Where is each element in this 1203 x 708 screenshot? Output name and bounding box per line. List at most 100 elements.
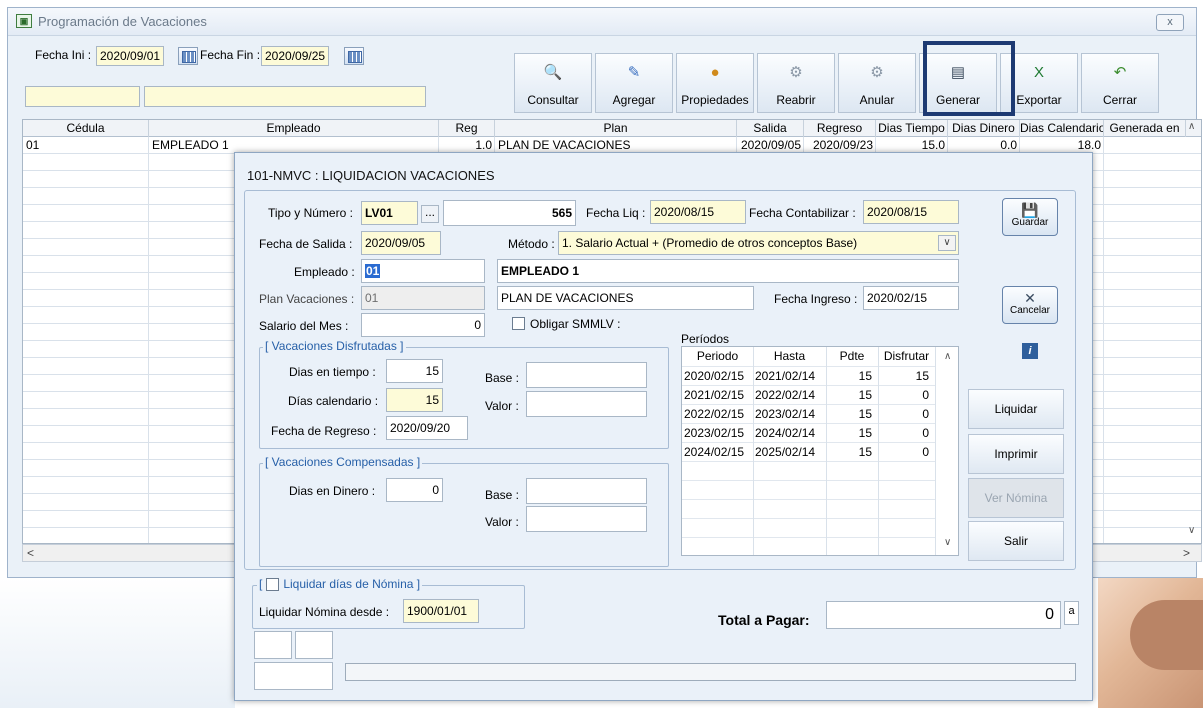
column-header[interactable]: Dias Tiempo [876, 120, 948, 137]
fecha-regreso-field[interactable]: 2020/09/20 [386, 416, 468, 440]
column-header[interactable]: Salida [737, 120, 804, 137]
grid-line [753, 347, 754, 555]
imprimir-button[interactable]: Imprimir [968, 434, 1064, 474]
anular-button[interactable]: ⚙ Anular [838, 53, 916, 113]
fecha-liq-label: Fecha Liq : [586, 206, 646, 220]
liquidar-nomina-checkbox[interactable] [266, 577, 280, 591]
undo-arrow-icon: ↶ [1113, 64, 1127, 81]
scroll-right-icon[interactable]: > [1183, 546, 1190, 560]
tipo-lookup-button[interactable]: ... [421, 205, 439, 223]
fecha-liq-field[interactable]: 2020/08/15 [650, 200, 746, 224]
guardar-button[interactable]: 💾 Guardar [1002, 198, 1058, 236]
base-label: Base : [485, 488, 520, 502]
periodo-row[interactable] [682, 480, 935, 499]
periodo-cell: 2023/02/15 [684, 426, 745, 440]
column-header[interactable]: Pdte [826, 347, 878, 366]
info-icon[interactable]: i [1022, 343, 1038, 359]
empleado-code-field[interactable]: 01 [361, 259, 485, 283]
close-button[interactable]: x [1156, 14, 1184, 31]
periodo-row[interactable] [682, 461, 935, 480]
column-header[interactable]: Regreso [804, 120, 876, 137]
status-box [295, 631, 333, 659]
column-header[interactable]: Disfrutar [878, 347, 935, 366]
periodo-cell: 15 [858, 407, 872, 421]
periodo-row[interactable] [682, 518, 935, 537]
obligar-smmlv-label: Obligar SMMLV : [530, 317, 621, 331]
grid-header: Cédula Empleado Reg Plan Salida Regreso … [23, 120, 1201, 137]
valor-field[interactable] [526, 391, 647, 417]
periodo-row[interactable] [682, 499, 935, 518]
column-header[interactable]: Cédula [23, 120, 149, 137]
periodo-cell: 15 [858, 426, 872, 440]
scroll-up-icon[interactable]: ∧ [944, 351, 951, 362]
column-header[interactable]: Dias Dinero [948, 120, 1020, 137]
numero-field[interactable]: 565 [443, 200, 576, 226]
scroll-down-icon[interactable]: ∨ [1188, 525, 1195, 536]
calendar-icon[interactable] [344, 47, 364, 65]
scroll-down-icon[interactable]: ∨ [944, 537, 951, 548]
periodo-row[interactable]: 2022/02/15 2023/02/14 15 0 [682, 404, 935, 423]
metodo-select[interactable]: 1. Salario Actual + (Promedio de otros c… [558, 231, 959, 255]
periodo-row[interactable] [682, 537, 935, 555]
toolbar-label: Reabrir [776, 93, 816, 107]
tipo-field[interactable]: LV01 [361, 201, 418, 225]
salario-field[interactable]: 0 [361, 313, 485, 337]
base-field[interactable] [526, 478, 647, 504]
periodos-label: Períodos [681, 332, 730, 346]
reabrir-button[interactable]: ⚙ Reabrir [757, 53, 835, 113]
valor-field[interactable] [526, 506, 647, 532]
dias-calendario-field[interactable]: 15 [386, 388, 443, 412]
scroll-up-icon[interactable]: ∧ [1188, 121, 1195, 132]
periodo-row[interactable]: 2023/02/15 2024/02/14 15 0 [682, 423, 935, 442]
plan-code-field[interactable]: 01 [361, 286, 485, 310]
fecha-fin-field[interactable]: 2020/09/25 [261, 46, 329, 66]
compensadas-title: [ Vacaciones Compensadas ] [263, 455, 423, 469]
base-field[interactable] [526, 362, 647, 388]
total-label: Total a Pagar: [718, 612, 810, 628]
column-header[interactable]: Reg [439, 120, 495, 137]
dias-calendario-label: Días calendario : [288, 394, 379, 408]
obligar-smmlv-checkbox[interactable] [512, 317, 525, 330]
ver-nomina-button[interactable]: Ver Nómina [968, 478, 1064, 518]
dias-tiempo-field[interactable]: 15 [386, 359, 443, 383]
column-header[interactable]: Periodo [682, 347, 753, 366]
column-header[interactable]: Plan [495, 120, 737, 137]
periodo-cell: 0 [922, 445, 929, 459]
periodo-row[interactable]: 2020/02/15 2021/02/14 15 15 [682, 366, 935, 385]
scroll-left-icon[interactable]: < [27, 546, 34, 560]
column-header[interactable]: Generada en [1104, 120, 1186, 137]
agregar-button[interactable]: ✎ Agregar [595, 53, 673, 113]
fecha-salida-field[interactable]: 2020/09/05 [361, 231, 441, 255]
chevron-down-icon[interactable]: ∨ [938, 235, 956, 251]
periodo-row[interactable]: 2021/02/15 2022/02/14 15 0 [682, 385, 935, 404]
nomina-group-bracket: [ [259, 577, 263, 591]
column-header[interactable]: Dias Calendario [1020, 120, 1104, 137]
background-wave [0, 578, 235, 708]
progress-bar [345, 663, 1076, 681]
cancelar-button[interactable]: ✕ Cancelar [1002, 286, 1058, 324]
liquidar-desde-field[interactable]: 1900/01/01 [403, 599, 479, 623]
fecha-ingreso-field[interactable]: 2020/02/15 [863, 286, 959, 310]
fecha-ini-field[interactable]: 2020/09/01 [96, 46, 164, 66]
toolbar-label: Agregar [612, 93, 656, 107]
propiedades-button[interactable]: ● Propiedades [676, 53, 754, 113]
empleado-filter[interactable] [144, 86, 426, 107]
fecha-contabilizar-field[interactable]: 2020/08/15 [863, 200, 959, 224]
table-cell [1104, 137, 1186, 154]
cedula-filter[interactable] [25, 86, 140, 107]
salir-button[interactable]: Salir [968, 521, 1064, 561]
grid-line [878, 347, 879, 555]
calendar-icon[interactable] [178, 47, 198, 65]
consultar-button[interactable]: 🔍 Consultar [514, 53, 592, 113]
dias-dinero-field[interactable]: 0 [386, 478, 443, 502]
column-header[interactable]: Hasta [753, 347, 826, 366]
empleado-label: Empleado : [294, 265, 355, 279]
floppy-icon: 💾 [1021, 202, 1039, 218]
liquidar-button[interactable]: Liquidar [968, 389, 1064, 429]
fecha-ingreso-label: Fecha Ingreso : [774, 292, 858, 306]
column-header[interactable]: Empleado [149, 120, 439, 137]
grid-line [826, 347, 827, 555]
periodo-cell: 2020/02/15 [684, 369, 745, 383]
periodo-row[interactable]: 2024/02/15 2025/02/14 15 0 [682, 442, 935, 461]
cerrar-button[interactable]: ↶ Cerrar [1081, 53, 1159, 113]
